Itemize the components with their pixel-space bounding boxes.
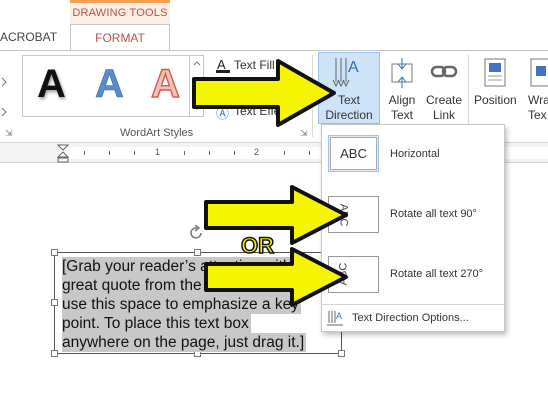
position-button[interactable]: Position [474, 93, 517, 107]
resize-handle[interactable] [51, 299, 58, 306]
wrap-text-label-line2[interactable]: Tex [528, 108, 547, 122]
ribbon-left-edge [0, 60, 10, 120]
wordart-styles-group-label: WordArt Styles [120, 127, 194, 139]
ruler-tick [84, 151, 85, 155]
text-direction-options-item[interactable]: Text Direction Options... [352, 312, 469, 324]
svg-text:A: A [348, 59, 359, 76]
align-text-label-line1[interactable]: Align [382, 93, 422, 107]
align-text-icon [390, 58, 414, 88]
ruler-tick [184, 151, 185, 155]
resize-handle[interactable] [51, 350, 58, 357]
create-link-label-line2[interactable]: Link [422, 108, 466, 122]
wordart-style-blue[interactable]: A [95, 62, 124, 107]
ruler-tick [209, 151, 210, 155]
wordart-launcher-icon[interactable]: ⇲ [300, 128, 308, 139]
rotate-270-label[interactable]: Rotate all text 270° [390, 268, 483, 280]
arrow-to-text-direction-icon [190, 57, 340, 129]
text-box-line: anywhere on the page, just drag it.] [62, 333, 307, 352]
ruler-tick [134, 151, 135, 155]
ruler-tick [284, 151, 285, 155]
wrap-text-icon [530, 58, 548, 88]
wordart-style-red-outline[interactable]: A [150, 61, 180, 107]
resize-handle[interactable] [194, 249, 201, 256]
ruler-indent-marker-icon[interactable] [57, 144, 69, 164]
resize-handle[interactable] [51, 249, 58, 256]
ruler-number: 2 [254, 147, 260, 157]
arrow-to-rotate-90-icon [202, 184, 352, 246]
wrap-text-label-line1[interactable]: Wra [528, 93, 548, 107]
tab-acrobat[interactable]: ACROBAT [0, 30, 57, 44]
arrow-to-rotate-270-icon [202, 246, 352, 308]
left-group-launcher-icon[interactable]: ⇲ [5, 128, 13, 139]
horizontal-preview: ABC [330, 137, 377, 170]
position-icon [484, 58, 506, 88]
horizontal-label[interactable]: Horizontal [390, 148, 440, 160]
text-box-line: point. To place this text box [62, 314, 251, 333]
align-text-label-line2[interactable]: Text [382, 108, 422, 122]
drawing-tools-label: DRAWING TOOLS [72, 7, 168, 19]
tab-format[interactable]: FORMAT [70, 24, 170, 51]
ruler-tick [234, 151, 235, 155]
ruler-tick [109, 151, 110, 155]
or-annotation: OR [240, 232, 275, 259]
wordart-style-black[interactable]: A [37, 62, 66, 107]
create-link-icon [430, 62, 458, 82]
resize-handle[interactable] [338, 350, 345, 357]
svg-text:A: A [336, 311, 342, 321]
ruler-number: 1 [155, 147, 161, 157]
text-direction-options-icon: A [326, 309, 344, 327]
create-link-label-line1[interactable]: Create [422, 93, 466, 107]
rotate-90-label[interactable]: Rotate all text 90° [390, 208, 477, 220]
ruler-tick [309, 151, 310, 155]
